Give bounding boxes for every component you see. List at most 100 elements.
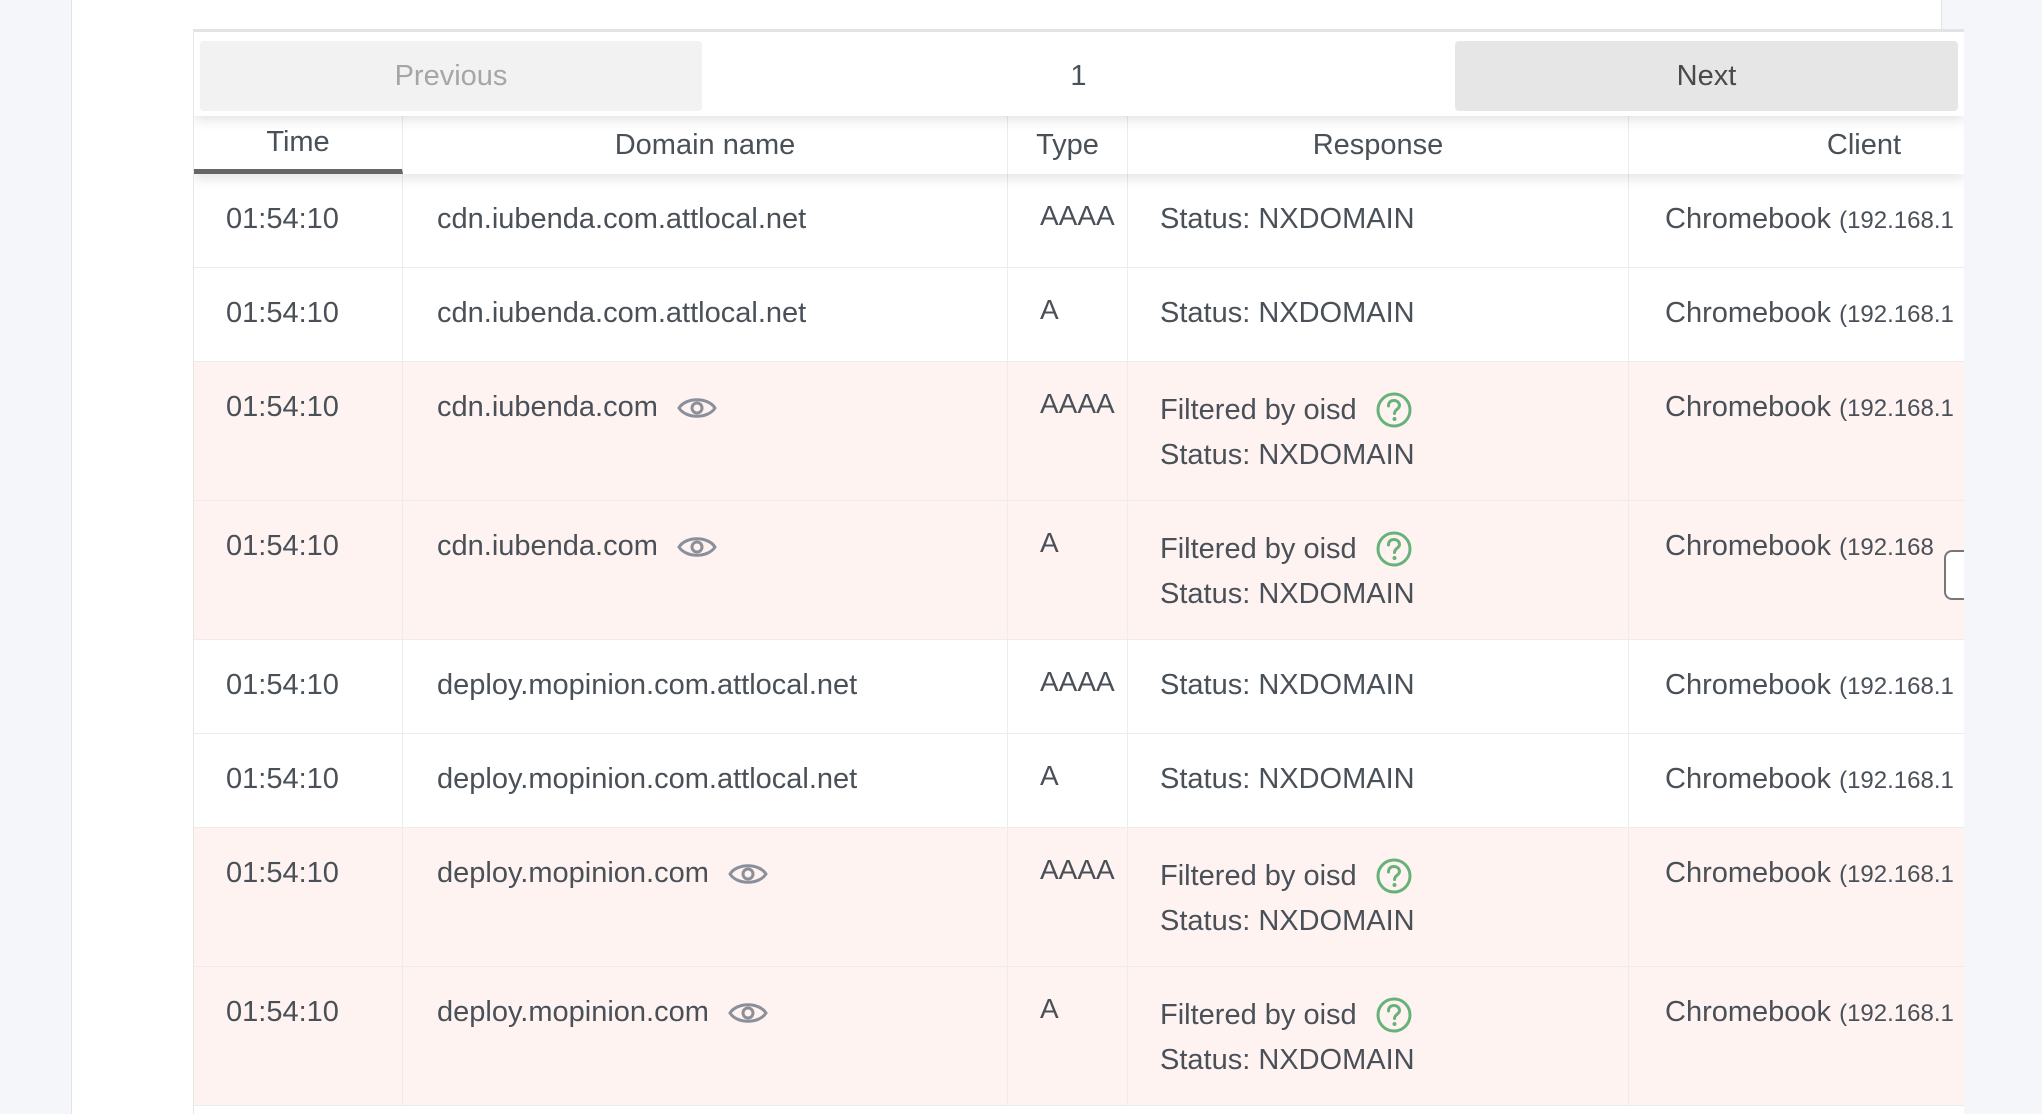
client-ip: (192.168.1 xyxy=(1839,207,1954,234)
question-circle-icon[interactable] xyxy=(1375,391,1413,429)
domain-cell: deploy.mopinion.com.attlocal.net xyxy=(403,640,1008,733)
domain-cell: cdn.iubenda.com xyxy=(403,501,1008,639)
domain-name: cdn.iubenda.com xyxy=(437,530,658,562)
client-name[interactable]: Chromebook xyxy=(1665,297,1831,329)
client-cell: Chromebook (192.168 xyxy=(1629,501,1964,639)
response-cell: Status: NXDOMAIN xyxy=(1128,734,1629,827)
time-cell: 01:54:10 xyxy=(194,967,403,1105)
filter-reason: Filtered by oisd xyxy=(1160,859,1357,892)
column-header-type[interactable]: Type xyxy=(1008,116,1128,174)
record-type: A xyxy=(1040,993,1059,1024)
question-circle-icon[interactable] xyxy=(1375,996,1413,1034)
time-value: 01:54:10 xyxy=(226,203,339,235)
domain-cell: deploy.mopinion.com xyxy=(403,828,1008,966)
response-status: Status: NXDOMAIN xyxy=(1160,203,1415,235)
record-type: AAAA xyxy=(1040,200,1115,231)
type-cell: A xyxy=(1008,734,1128,827)
content-card: Previous 1 Next Time Domain name Type Re… xyxy=(71,0,1964,1114)
client-cell: Chromebook (192.168.1 xyxy=(1629,967,1964,1105)
domain-name: deploy.mopinion.com xyxy=(437,996,709,1028)
question-circle-icon[interactable] xyxy=(1375,530,1413,568)
record-type: AAAA xyxy=(1040,666,1115,697)
client-name[interactable]: Chromebook xyxy=(1665,530,1831,562)
query-log-table: Previous 1 Next Time Domain name Type Re… xyxy=(193,29,1964,1114)
domain-cell: deploy.mopinion.com xyxy=(403,967,1008,1105)
record-type: A xyxy=(1040,294,1059,325)
time-cell: 01:54:10 xyxy=(194,268,403,361)
type-cell: A xyxy=(1008,268,1128,361)
time-value: 01:54:10 xyxy=(226,763,339,795)
domain-name: cdn.iubenda.com.attlocal.net xyxy=(437,297,807,329)
record-type: A xyxy=(1040,760,1059,791)
column-header-client[interactable]: Client xyxy=(1629,116,1964,174)
time-cell: 01:54:10 xyxy=(194,734,403,827)
client-name[interactable]: Chromebook xyxy=(1665,996,1831,1028)
response-cell: Filtered by oisd Status: NXDOMAIN xyxy=(1128,501,1629,639)
client-ip: (192.168 xyxy=(1839,534,1934,561)
eye-icon[interactable] xyxy=(727,858,769,890)
client-ip: (192.168.1 xyxy=(1839,673,1954,700)
type-cell: AAAA xyxy=(1008,174,1128,267)
domain-name: deploy.mopinion.com xyxy=(437,857,709,889)
column-header-domain[interactable]: Domain name xyxy=(403,116,1008,174)
type-cell: AAAA xyxy=(1008,828,1128,966)
eye-icon[interactable] xyxy=(676,392,718,424)
response-cell: Status: NXDOMAIN xyxy=(1128,174,1629,267)
client-cell: Chromebook (192.168.1 xyxy=(1629,828,1964,966)
response-status: Status: NXDOMAIN xyxy=(1160,669,1415,701)
domain-cell: deploy.mopinion.com.attlocal.net xyxy=(403,734,1008,827)
time-cell: 01:54:10 xyxy=(194,174,403,267)
domain-name: cdn.iubenda.com.attlocal.net xyxy=(437,203,807,235)
column-header-time[interactable]: Time xyxy=(194,116,403,174)
client-cell: Chromebook (192.168.1 xyxy=(1629,640,1964,733)
client-ip: (192.168.1 xyxy=(1839,767,1954,794)
domain-cell: cdn.iubenda.com xyxy=(403,362,1008,500)
response-status: Status: NXDOMAIN xyxy=(1160,439,1415,471)
previous-page-button[interactable]: Previous xyxy=(200,41,702,111)
eye-icon[interactable] xyxy=(727,997,769,1029)
client-name[interactable]: Chromebook xyxy=(1665,203,1831,235)
response-status: Status: NXDOMAIN xyxy=(1160,297,1415,329)
client-name[interactable]: Chromebook xyxy=(1665,763,1831,795)
response-status: Status: NXDOMAIN xyxy=(1160,905,1415,937)
time-value: 01:54:10 xyxy=(226,297,339,329)
time-value: 01:54:10 xyxy=(226,669,339,701)
client-name[interactable]: Chromebook xyxy=(1665,857,1831,889)
column-header-response[interactable]: Response xyxy=(1128,116,1629,174)
time-value: 01:54:10 xyxy=(226,857,339,889)
eye-icon[interactable] xyxy=(676,531,718,563)
response-cell: Filtered by oisd Status: NXDOMAIN xyxy=(1128,362,1629,500)
client-ip: (192.168.1 xyxy=(1839,395,1954,422)
time-cell: 01:54:10 xyxy=(194,362,403,500)
page-number[interactable]: 1 xyxy=(702,41,1455,111)
table-row: 01:54:10 deploy.mopinion.com.attlocal.net… xyxy=(194,640,1964,734)
domain-name: deploy.mopinion.com.attlocal.net xyxy=(437,763,858,795)
next-page-button[interactable]: Next xyxy=(1455,41,1958,111)
table-header: Time Domain name Type Response Client xyxy=(194,116,1964,174)
table-body: 01:54:10 cdn.iubenda.com.attlocal.net AAAA… xyxy=(194,174,1964,1106)
client-name[interactable]: Chromebook xyxy=(1665,391,1831,423)
question-circle-icon[interactable] xyxy=(1375,857,1413,895)
response-cell: Status: NXDOMAIN xyxy=(1128,640,1629,733)
row-action-control[interactable] xyxy=(1944,550,1964,600)
time-value: 01:54:10 xyxy=(226,391,339,423)
table-row: 01:54:10 deploy.mopinion.com.attlocal.net… xyxy=(194,734,1964,828)
table-row: 01:54:10 cdn.iubenda.com A Filtered by oisd… xyxy=(194,501,1964,640)
client-ip: (192.168.1 xyxy=(1839,301,1954,328)
record-type: A xyxy=(1040,527,1059,558)
client-cell: Chromebook (192.168.1 xyxy=(1629,362,1964,500)
time-value: 01:54:10 xyxy=(226,530,339,562)
client-cell: Chromebook (192.168.1 xyxy=(1629,174,1964,267)
record-type: AAAA xyxy=(1040,388,1115,419)
client-name[interactable]: Chromebook xyxy=(1665,669,1831,701)
pagination-bar: Previous 1 Next xyxy=(194,29,1964,116)
response-cell: Status: NXDOMAIN xyxy=(1128,268,1629,361)
type-cell: A xyxy=(1008,967,1128,1105)
response-cell: Filtered by oisd Status: NXDOMAIN xyxy=(1128,967,1629,1105)
domain-name: cdn.iubenda.com xyxy=(437,391,658,423)
table-row: 01:54:10 cdn.iubenda.com AAAA Filtered by o… xyxy=(194,362,1964,501)
table-row: 01:54:10 deploy.mopinion.com A Filtered by … xyxy=(194,967,1964,1106)
response-status: Status: NXDOMAIN xyxy=(1160,763,1415,795)
response-status: Status: NXDOMAIN xyxy=(1160,1044,1415,1076)
filter-reason: Filtered by oisd xyxy=(1160,998,1357,1031)
